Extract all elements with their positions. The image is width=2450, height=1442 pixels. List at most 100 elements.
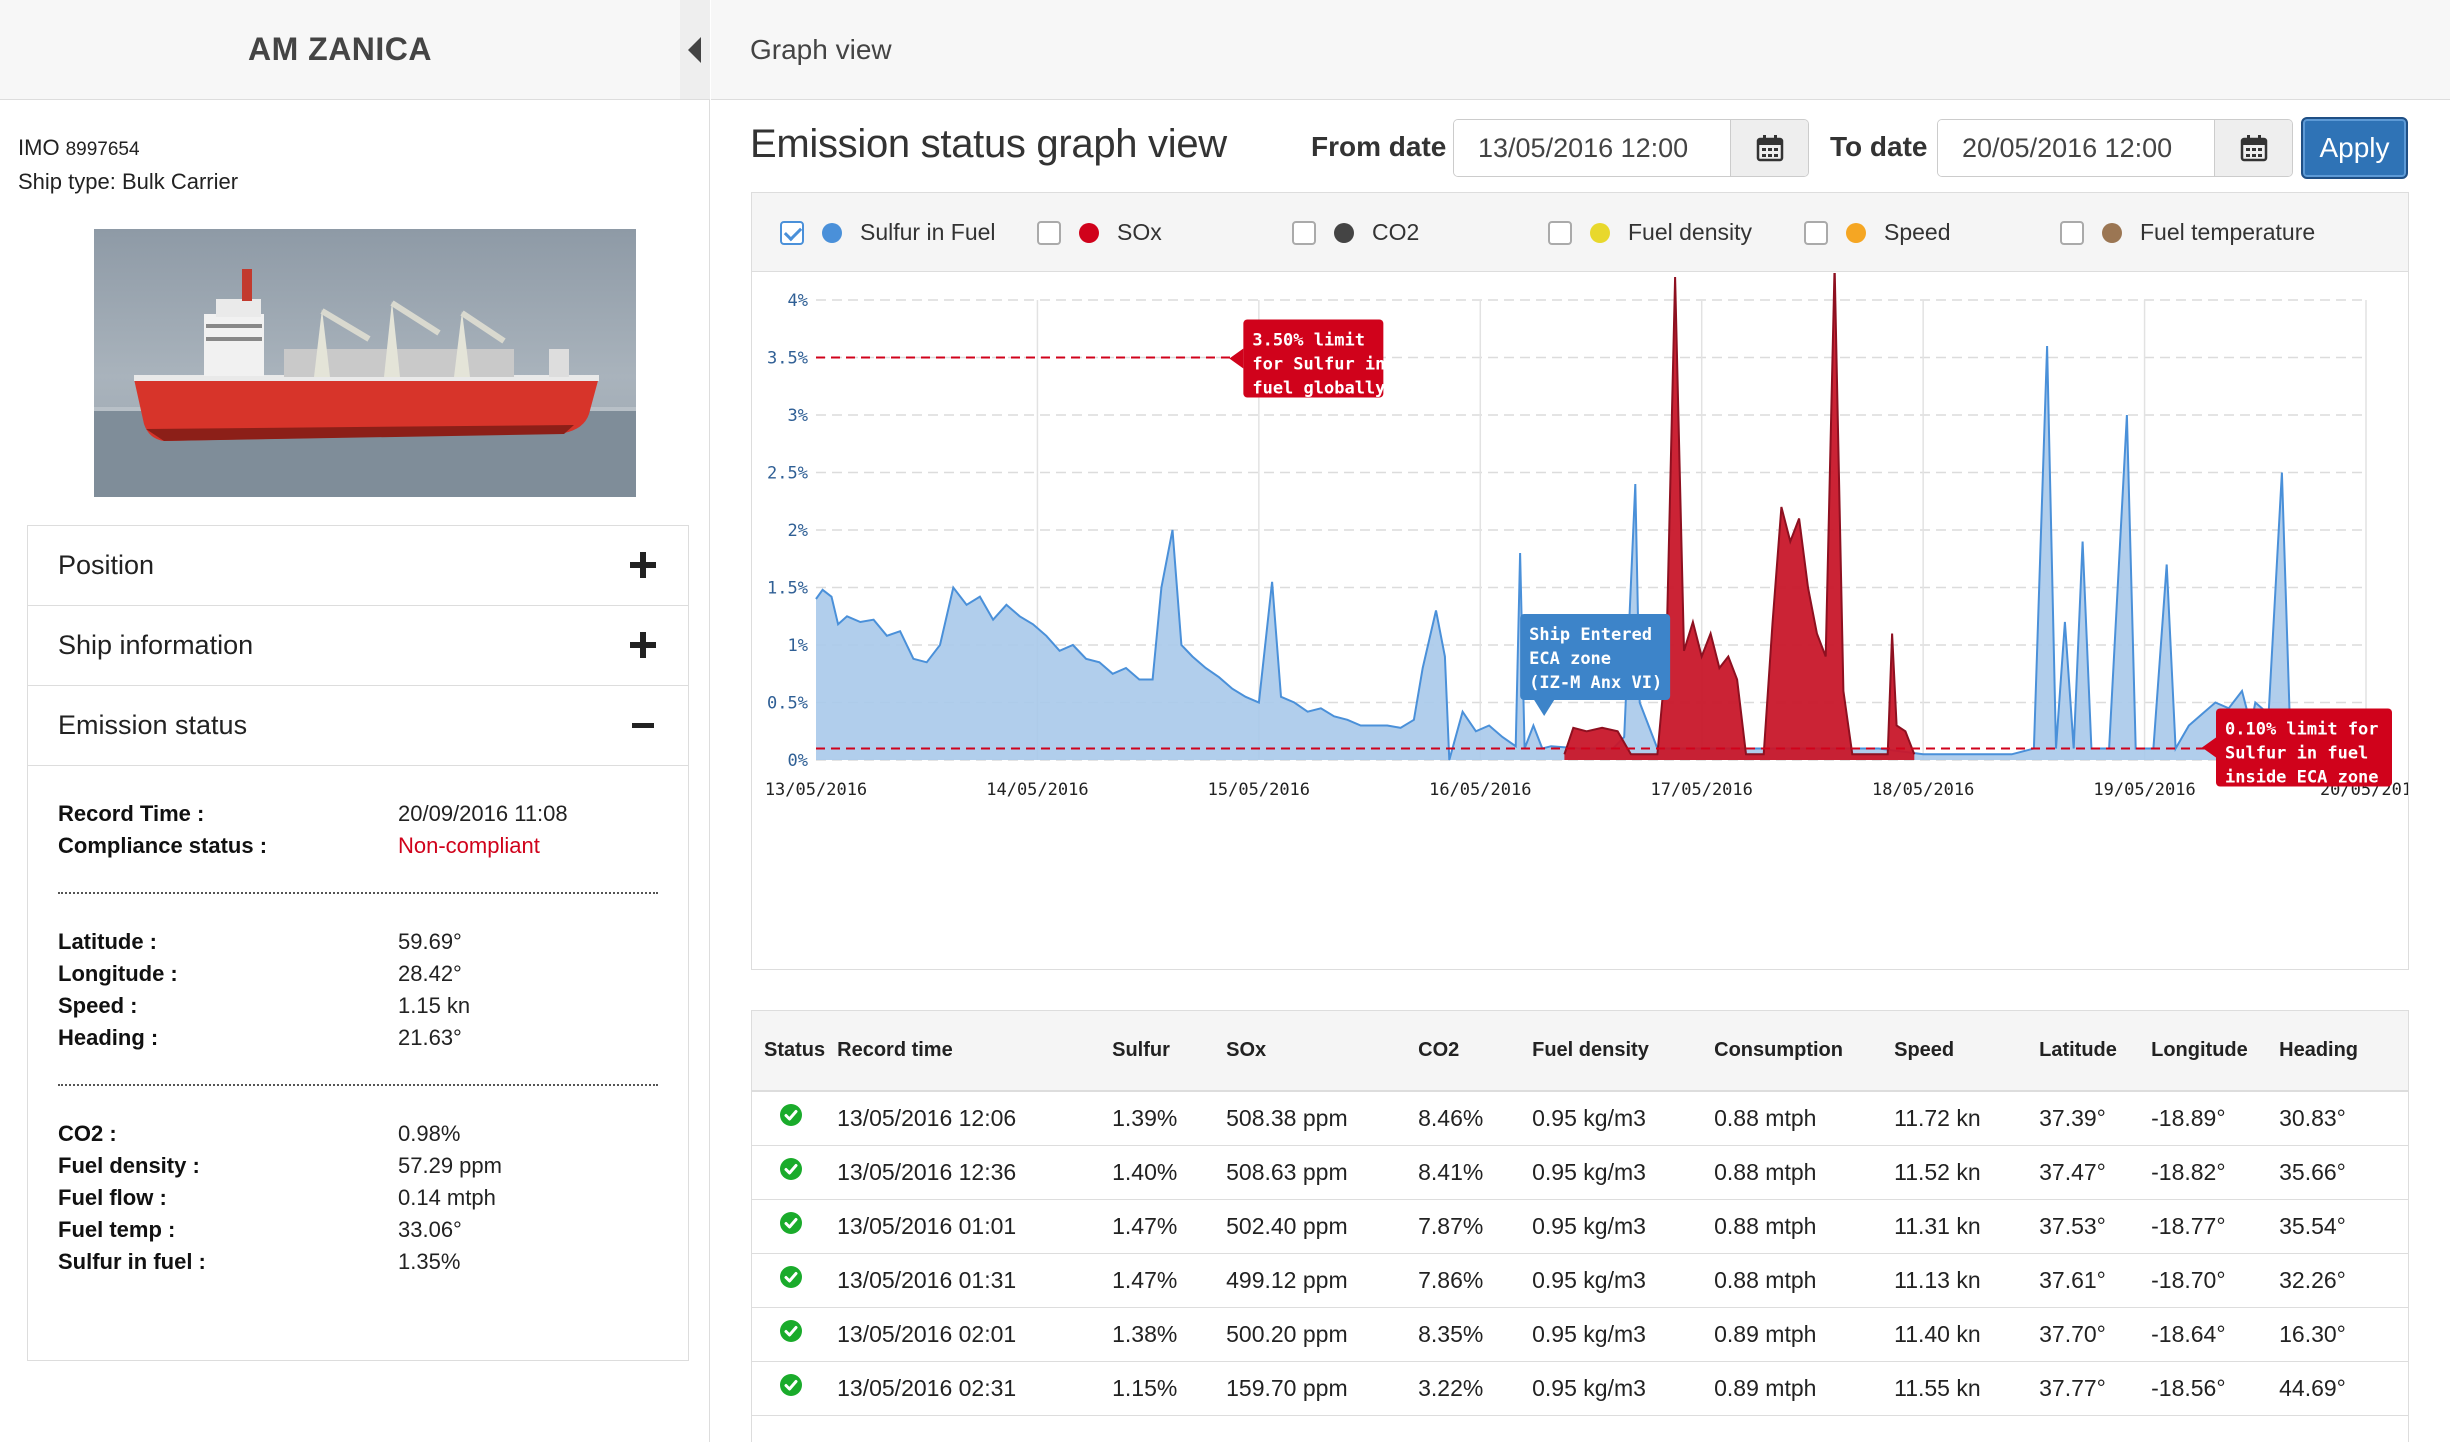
column-header[interactable]: Sulfur xyxy=(1100,1011,1215,1092)
table-cell: -18.89° xyxy=(2139,1091,2268,1146)
caret-left-icon xyxy=(688,37,701,63)
column-header[interactable]: CO2 xyxy=(1406,1011,1521,1092)
table-cell: 8.35% xyxy=(1406,1307,1521,1362)
table-cell: 37.53° xyxy=(2027,1199,2140,1254)
longitude-value: 28.42° xyxy=(398,961,462,986)
from-date-input[interactable] xyxy=(1454,120,1730,176)
table-cell: 7.86% xyxy=(1406,1253,1521,1308)
column-header[interactable]: Speed xyxy=(1882,1011,2028,1092)
table-cell: 3.22% xyxy=(1406,1361,1521,1416)
status-cell xyxy=(752,1145,826,1200)
column-header[interactable]: Latitude xyxy=(2027,1011,2140,1092)
collapse-sidebar-button[interactable] xyxy=(680,0,710,100)
table-header-row: Status Record time Sulfur SOx CO2 Fuel d… xyxy=(752,1011,2408,1092)
table-cell: 35.66° xyxy=(2267,1145,2408,1200)
legend-color-dot xyxy=(1846,222,1866,243)
apply-button[interactable]: Apply xyxy=(2301,117,2408,179)
column-header[interactable]: SOx xyxy=(1214,1011,1407,1092)
check-circle-icon xyxy=(780,1212,802,1234)
table-cell: 0.89 mtph xyxy=(1702,1361,1883,1416)
y-tick-label: 2.5% xyxy=(767,464,808,484)
legend-item-fuel-temperature[interactable]: Fuel temperature xyxy=(2060,193,2315,272)
y-tick-label: 3% xyxy=(788,406,808,426)
legend-checkbox[interactable] xyxy=(1804,220,1828,245)
records-table: Status Record time Sulfur SOx CO2 Fuel d… xyxy=(752,1011,2408,1416)
table-cell: 0.95 kg/m3 xyxy=(1520,1307,1703,1362)
table-cell: 32.26° xyxy=(2267,1253,2408,1308)
x-tick-label: 19/05/2016 xyxy=(2093,780,2195,800)
position-section-header[interactable]: Position xyxy=(28,526,688,606)
status-cell xyxy=(752,1253,826,1308)
table-row[interactable]: 13/05/2016 01:31 1.47% 499.12 ppm 7.86% 0.95… xyxy=(752,1253,2408,1308)
table-cell: 1.39% xyxy=(1100,1091,1215,1146)
column-header[interactable]: Record time xyxy=(825,1011,1101,1092)
column-header[interactable]: Longitude xyxy=(2139,1011,2268,1092)
global-limit-annotation: 3.50% limit for Sulfur in fuel globally xyxy=(1229,319,1385,399)
latitude-value: 59.69° xyxy=(398,929,462,954)
chart-legend: Sulfur in Fuel SOx CO2 Fuel density Spee… xyxy=(752,193,2408,272)
legend-checkbox[interactable] xyxy=(1292,220,1316,245)
legend-color-dot xyxy=(1079,222,1099,243)
eca-entered-annotation: Ship Entered ECA zone (IZ-M Anx VI) xyxy=(1520,614,1671,716)
table-cell: 0.89 mtph xyxy=(1702,1307,1883,1362)
table-row[interactable]: 13/05/2016 02:31 1.15% 159.70 ppm 3.22% 0.95… xyxy=(752,1361,2408,1416)
y-tick-label: 0% xyxy=(788,751,808,771)
x-tick-label: 18/05/2016 xyxy=(1872,780,1974,800)
eca-limit-annotation: 0.10% limit for Sulfur in fuel inside ECA … xyxy=(2202,708,2392,788)
latitude-label: Latitude : xyxy=(58,929,157,954)
legend-item-sox[interactable]: SOx xyxy=(1037,193,1162,272)
check-circle-icon xyxy=(780,1266,802,1288)
legend-item-co2[interactable]: CO2 xyxy=(1292,193,1419,272)
column-header[interactable]: Heading xyxy=(2267,1011,2408,1092)
column-header[interactable]: Consumption xyxy=(1702,1011,1883,1092)
to-date-label: To date xyxy=(1830,131,1928,162)
table-row[interactable]: 13/05/2016 01:01 1.47% 502.40 ppm 7.87% 0.95… xyxy=(752,1199,2408,1254)
emission-status-section-header[interactable]: Emission status xyxy=(28,686,688,766)
y-tick-label: 1% xyxy=(788,636,808,656)
ship-information-section-title: Ship information xyxy=(58,630,254,660)
table-cell: 0.88 mtph xyxy=(1702,1091,1883,1146)
table-row[interactable]: 13/05/2016 12:36 1.40% 508.63 ppm 8.41% 0.95… xyxy=(752,1145,2408,1200)
legend-checkbox[interactable] xyxy=(2060,220,2084,245)
callout-text: Sulfur in fuel xyxy=(2225,744,2368,764)
table-cell: 1.47% xyxy=(1100,1253,1215,1308)
calendar-icon xyxy=(1756,135,1783,162)
legend-item-sulfur[interactable]: Sulfur in Fuel xyxy=(780,193,996,272)
table-cell: 0.95 kg/m3 xyxy=(1520,1361,1703,1416)
plus-icon xyxy=(630,632,656,658)
legend-checkbox[interactable] xyxy=(780,220,804,245)
column-header[interactable]: Fuel density xyxy=(1520,1011,1703,1092)
page-title: Emission status graph view xyxy=(750,122,1227,166)
speed-value: 1.15 kn xyxy=(398,993,471,1018)
table-cell: 0.95 kg/m3 xyxy=(1520,1199,1703,1254)
to-date-picker-button[interactable] xyxy=(2214,120,2292,176)
from-date-label: From date xyxy=(1311,131,1447,162)
imo-value: 8997654 xyxy=(65,139,140,160)
table-cell: 11.55 kn xyxy=(1882,1361,2028,1416)
callout-text: 3.50% limit xyxy=(1252,331,1365,351)
legend-item-speed[interactable]: Speed xyxy=(1804,193,1951,272)
table-row[interactable]: 13/05/2016 12:06 1.39% 508.38 ppm 8.46% 0.95… xyxy=(752,1091,2408,1146)
callout-text: (IZ-M Anx VI) xyxy=(1529,673,1662,693)
legend-item-fuel-density[interactable]: Fuel density xyxy=(1548,193,1752,272)
record-time-value: 20/09/2016 11:08 xyxy=(398,801,568,826)
table-cell: 502.40 ppm xyxy=(1214,1199,1407,1254)
fuel-density-label: Fuel density : xyxy=(58,1153,200,1178)
column-header[interactable]: Status xyxy=(752,1011,826,1092)
to-date-input[interactable] xyxy=(1938,120,2214,176)
ship-information-section-header[interactable]: Ship information xyxy=(28,606,688,686)
table-cell: 44.69° xyxy=(2267,1361,2408,1416)
fuel-density-value: 57.29 ppm xyxy=(398,1153,502,1178)
check-circle-icon xyxy=(780,1104,802,1127)
table-cell: 508.38 ppm xyxy=(1214,1091,1407,1146)
legend-checkbox[interactable] xyxy=(1548,220,1572,245)
minus-icon xyxy=(632,723,654,728)
legend-checkbox[interactable] xyxy=(1037,220,1061,245)
from-date-picker-button[interactable] xyxy=(1730,120,1808,176)
table-cell: 30.83° xyxy=(2267,1091,2408,1146)
table-cell: 13/05/2016 01:31 xyxy=(825,1253,1101,1308)
record-time-label: Record Time : xyxy=(58,801,205,826)
emission-chart-panel: Sulfur in Fuel SOx CO2 Fuel density Spee… xyxy=(751,192,2409,970)
table-cell: 1.38% xyxy=(1100,1307,1215,1362)
table-row[interactable]: 13/05/2016 02:01 1.38% 500.20 ppm 8.35% 0.95… xyxy=(752,1307,2408,1362)
